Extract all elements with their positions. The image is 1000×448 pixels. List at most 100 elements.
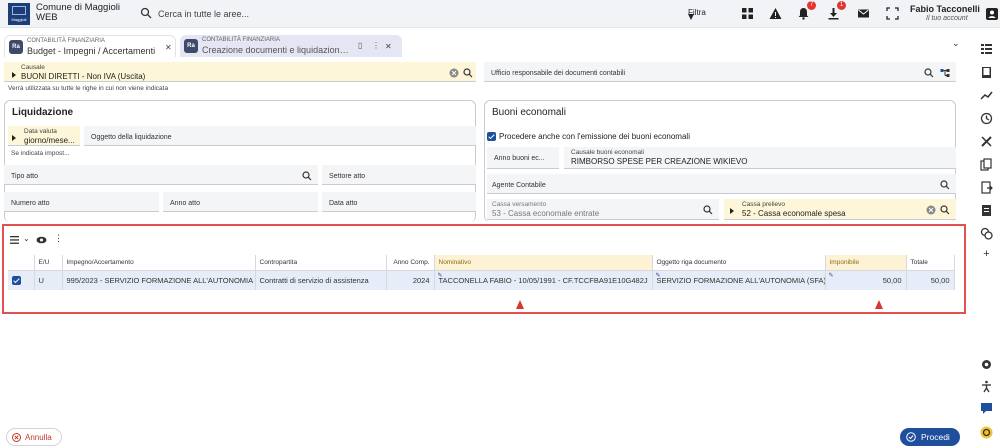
settings-gear-icon[interactable]: [980, 358, 993, 371]
causale-buoni-field[interactable]: Causale buoni economali RIMBORSO SPESE P…: [564, 147, 956, 169]
filter-button[interactable]: Filtra: [688, 8, 706, 20]
causale-buoni-value: RIMBORSO SPESE PER CREAZIONE WIKIEVO: [571, 157, 748, 166]
righe-documento-table: E/U Impegno/Accertamento Contropartita A…: [8, 255, 955, 290]
cassa-versamento-value: 53 - Cassa economale entrate: [492, 209, 600, 218]
app-title[interactable]: Comune di Maggioli WEB: [36, 3, 131, 23]
search-icon[interactable]: [703, 205, 713, 215]
copy-documents-icon[interactable]: [980, 158, 993, 171]
tab-title: Creazione documenti e liquidazione fattu…: [202, 45, 352, 55]
causale-field[interactable]: Causale BUONI DIRETTI - Non IVA (Uscita): [4, 62, 476, 82]
cell-oggetto-riga[interactable]: ✎ SERVIZIO FORMAZIONE ALL'AUTONOMIA (SFA): [652, 270, 826, 290]
settore-atto-label: Settore atto: [329, 173, 366, 180]
bookmark-icon[interactable]: ▯: [358, 41, 362, 50]
list-menu-icon[interactable]: [980, 42, 993, 55]
cell-imponibile-text: 50,00: [882, 275, 902, 285]
menu-lines-icon[interactable]: [10, 236, 19, 244]
org-tree-icon[interactable]: [940, 68, 950, 78]
form-panel: Causale BUONI DIRETTI - Non IVA (Uscita)…: [0, 58, 970, 223]
edit-pencil-icon: ✎: [828, 272, 834, 279]
row-checkbox[interactable]: [12, 276, 21, 285]
col-anno-comp[interactable]: Anno Comp.: [386, 255, 435, 271]
more-vertical-icon[interactable]: ⋮: [54, 233, 63, 244]
chat-icon[interactable]: [980, 402, 993, 415]
emissione-buoni-label: Procedere anche con l'emissione dei buon…: [499, 132, 690, 141]
agente-contabile-field[interactable]: Agente Contabile: [487, 174, 956, 194]
support-badge-icon[interactable]: [980, 426, 993, 439]
clear-icon[interactable]: [449, 68, 459, 78]
col-totale[interactable]: Totale: [906, 255, 955, 271]
global-search-input[interactable]: [158, 6, 678, 21]
search-icon[interactable]: [940, 205, 950, 215]
chevron-down-icon[interactable]: ⌄: [23, 234, 30, 243]
search-icon[interactable]: [302, 171, 312, 181]
col-contropartita[interactable]: Contropartita: [255, 255, 387, 271]
col-eu[interactable]: E/U: [34, 255, 63, 271]
user-name: Fabio Tacconelli: [910, 4, 980, 14]
book-icon[interactable]: [980, 66, 993, 79]
col-select: [8, 255, 35, 271]
document-export-icon[interactable]: [980, 181, 993, 194]
warning-icon[interactable]: [769, 7, 782, 20]
document-icon[interactable]: [980, 204, 993, 217]
tab-creazione-documenti[interactable]: Ra CONTABILITÀ FINANZIARIA Creazione doc…: [180, 35, 402, 57]
cassa-versamento-field[interactable]: Cassa versamento 53 - Cassa economale en…: [487, 199, 719, 220]
chevron-down-icon[interactable]: ⌄: [952, 38, 960, 49]
eye-icon[interactable]: [36, 236, 47, 244]
data-atto-field[interactable]: Data atto: [322, 192, 476, 212]
table-toolbar: ⌄ ⋮: [10, 233, 90, 246]
cassa-prelievo-field[interactable]: Cassa prelievo 52 - Cassa economale spes…: [724, 199, 956, 220]
tab-category: CONTABILITÀ FINANZIARIA: [202, 37, 280, 43]
edit-pencil-icon: ✎: [655, 272, 661, 279]
municipality-logo[interactable]: Maggioli: [8, 3, 30, 25]
liquidazione-title: Liquidazione: [12, 107, 74, 118]
row-select-cell[interactable]: [8, 270, 35, 290]
annotation-arrow-imponibile: [875, 300, 883, 309]
cassa-prelievo-value: 52 - Cassa economale spesa: [742, 209, 846, 218]
search-icon[interactable]: [940, 180, 950, 190]
col-nominativo[interactable]: Nominativo: [434, 255, 653, 271]
right-sidebar: +: [975, 36, 1000, 448]
clear-icon[interactable]: [926, 205, 936, 215]
user-account-menu[interactable]: Fabio Tacconelli Il tuo account: [910, 2, 998, 26]
ufficio-field[interactable]: Ufficio responsabile dei documenti conta…: [484, 62, 956, 82]
table-row[interactable]: U 995/2023 - SERVIZIO FORMAZIONE ALL'AUT…: [8, 270, 955, 290]
cancel-button[interactable]: Annulla: [6, 428, 62, 446]
annotation-arrow-nominativo: [516, 300, 524, 309]
mail-icon[interactable]: [857, 7, 870, 20]
coins-icon[interactable]: [980, 227, 993, 240]
history-icon[interactable]: [980, 112, 993, 125]
search-icon[interactable]: [463, 68, 473, 78]
data-valuta-field[interactable]: Data valuta giorno/mese...: [8, 126, 80, 146]
trend-chart-icon[interactable]: [980, 89, 993, 102]
proceed-button[interactable]: Procedi: [900, 428, 960, 446]
close-tab-icon[interactable]: ✕: [385, 42, 392, 51]
add-icon[interactable]: +: [980, 248, 993, 261]
tabs-bar: Ra CONTABILITÀ FINANZIARIA Budget - Impe…: [0, 31, 1000, 58]
tab-budget-impegni[interactable]: Ra CONTABILITÀ FINANZIARIA Budget - Impe…: [4, 35, 176, 57]
causale-buoni-label: Causale buoni economali: [571, 149, 644, 156]
search-icon[interactable]: [140, 7, 152, 19]
numero-atto-field[interactable]: Numero atto: [4, 192, 159, 212]
col-imponibile[interactable]: Imponibile: [825, 255, 907, 271]
col-impegno[interactable]: Impegno/Accertamento: [62, 255, 256, 271]
cancel-label: Annulla: [25, 433, 52, 442]
module-icon: Ra: [9, 40, 23, 54]
tab-title: Budget - Impegni / Accertamenti: [27, 46, 156, 56]
oggetto-liquidazione-field[interactable]: Oggetto della liquidazione: [84, 126, 476, 146]
fullscreen-icon[interactable]: [886, 7, 899, 20]
settore-atto-field[interactable]: Settore atto: [322, 165, 476, 185]
cell-nominativo[interactable]: ✎ TACCONELLA FABIO - 10/05/1991 - CF.TCCF…: [434, 270, 653, 290]
apps-grid-icon[interactable]: [741, 7, 754, 20]
more-vertical-icon[interactable]: ⋮: [372, 41, 380, 50]
anno-atto-field[interactable]: Anno atto: [163, 192, 318, 212]
cassa-versamento-label: Cassa versamento: [492, 201, 547, 208]
cell-imponibile[interactable]: ✎ 50,00: [825, 270, 907, 290]
accessibility-icon[interactable]: [980, 380, 993, 393]
emissione-buoni-checkbox[interactable]: [487, 132, 496, 141]
anno-buoni-field[interactable]: Anno buoni ec...: [487, 147, 559, 169]
tools-icon[interactable]: [980, 135, 993, 148]
close-tab-icon[interactable]: ✕: [165, 43, 172, 52]
col-oggetto-riga[interactable]: Oggetto riga documento: [652, 255, 826, 271]
tipo-atto-field[interactable]: Tipo atto: [4, 165, 318, 185]
search-icon[interactable]: [924, 68, 934, 78]
